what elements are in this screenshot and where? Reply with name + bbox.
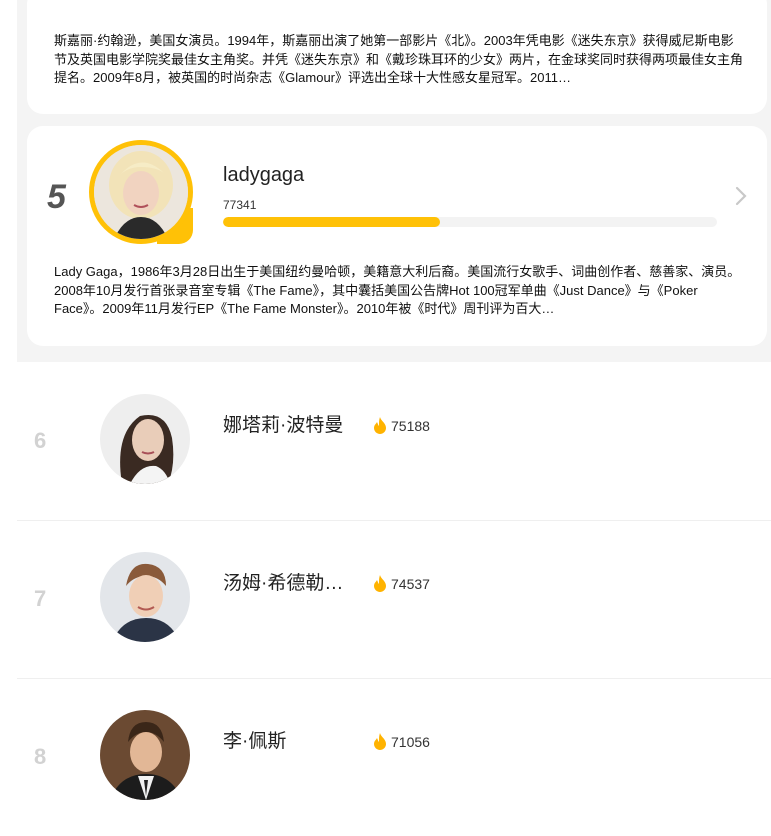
flame-icon: [374, 575, 386, 592]
chevron-right-icon[interactable]: [735, 186, 747, 211]
popularity-value: 75188: [391, 417, 430, 434]
list-item[interactable]: 7 汤姆·希德勒… 74537: [17, 520, 771, 679]
popularity-value: 71056: [391, 733, 430, 750]
rank-number: 6: [34, 428, 47, 453]
popularity-value: 74537: [391, 575, 430, 592]
celebrity-name[interactable]: ladygaga: [223, 164, 304, 187]
portrait-image: [100, 552, 190, 642]
ranking-card-featured[interactable]: 5 ladygaga 77341 Lady Gaga，1986年3月28日出生于…: [27, 126, 767, 346]
avatar[interactable]: [100, 394, 190, 484]
popularity-bar: [223, 217, 717, 227]
list-item[interactable]: 6 娜塔莉·波特曼 75188: [17, 362, 771, 521]
popularity-bar-fill: [223, 217, 441, 227]
celebrity-bio: 斯嘉丽·约翰逊，美国女演员。1994年，斯嘉丽出演了她第一部影片《北》。2003…: [54, 33, 744, 85]
rank-number: 8: [34, 744, 47, 769]
avatar[interactable]: [100, 552, 190, 642]
popularity-score: 77341: [223, 198, 257, 212]
flame-icon: [374, 733, 386, 750]
portrait-image: [94, 145, 188, 239]
popularity-score: 74537: [373, 575, 430, 592]
rank-number: 7: [34, 586, 47, 611]
celebrity-bio: Lady Gaga，1986年3月28日出生于美国纽约曼哈顿，美籍意大利后裔。美…: [54, 264, 741, 316]
celebrity-name[interactable]: 汤姆·希德勒…: [223, 568, 343, 595]
rank-number: 5: [47, 178, 66, 216]
avatar-frame[interactable]: [89, 140, 193, 244]
popularity-score: 71056: [373, 733, 430, 750]
ranking-card-top[interactable]: 斯嘉丽·约翰逊，美国女演员。1994年，斯嘉丽出演了她第一部影片《北》。2003…: [27, 0, 767, 114]
popularity-score: 75188: [373, 417, 430, 434]
celebrity-name[interactable]: 娜塔莉·波特曼: [223, 410, 343, 437]
portrait-image: [100, 394, 190, 484]
list-item[interactable]: 8 李·佩斯 71056: [17, 678, 771, 836]
portrait-image: [100, 710, 190, 800]
flame-icon: [374, 417, 386, 434]
avatar[interactable]: [89, 140, 193, 244]
celebrity-name[interactable]: 李·佩斯: [223, 726, 286, 753]
avatar[interactable]: [100, 710, 190, 800]
